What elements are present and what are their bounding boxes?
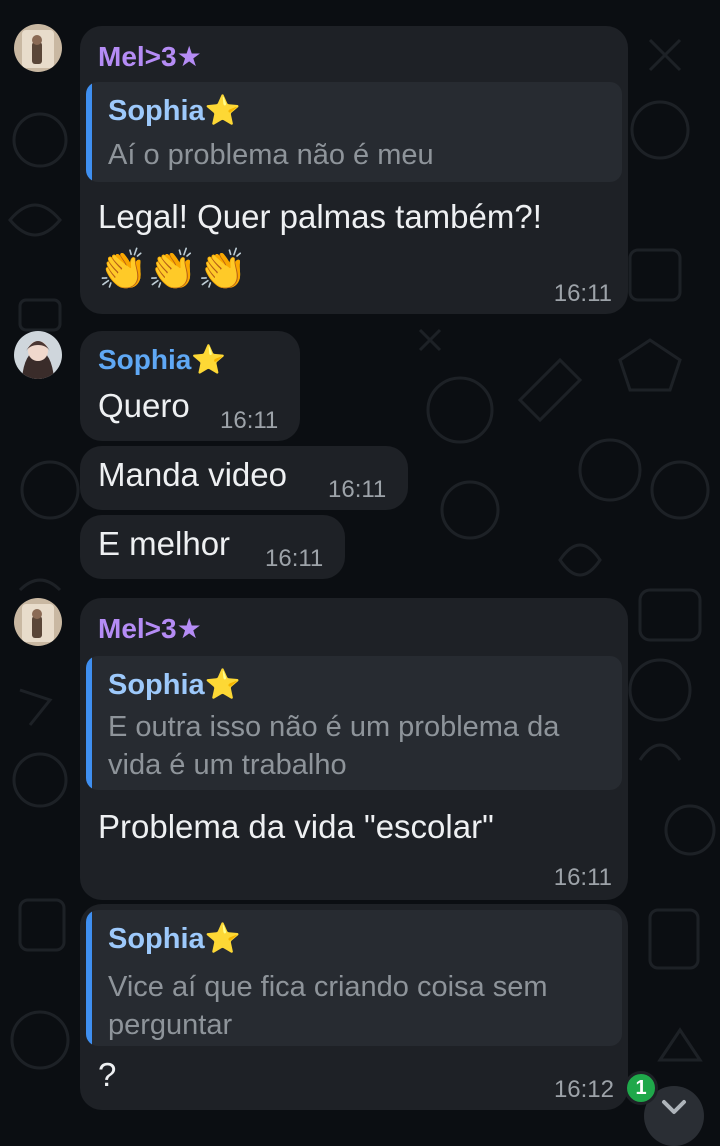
avatar-sophia[interactable] <box>14 331 62 379</box>
message-time: 16:11 <box>220 407 279 434</box>
message-bubble[interactable]: Mel>3★ Sophia⭐ E outra isso não é um pro… <box>80 598 628 900</box>
message-bubble[interactable]: Sophia⭐ Vice aí que fica criando coisa s… <box>80 904 628 1110</box>
message-text: Problema da vida "escolar" <box>98 808 494 845</box>
message-time: 16:11 <box>553 864 612 891</box>
quote-sender: Sophia⭐ <box>108 669 241 701</box>
quote-text-line2: perguntar <box>108 1009 233 1041</box>
reply-quote[interactable]: Sophia⭐ E outra isso não é um problema d… <box>86 656 622 790</box>
avatar-mel[interactable] <box>14 598 62 646</box>
sender-name[interactable]: Mel>3★ <box>98 40 202 73</box>
quote-bar <box>86 82 92 182</box>
reply-quote[interactable]: Sophia⭐ Aí o problema não é meu <box>86 82 622 182</box>
quote-text-line1: E outra isso não é um problema da <box>108 711 560 743</box>
message-bubble[interactable]: Mel>3★ Sophia⭐ Aí o problema não é meu L… <box>80 26 628 314</box>
quote-text-line1: Vice aí que fica criando coisa sem <box>108 971 548 1003</box>
unread-badge[interactable]: 1 <box>624 1071 658 1105</box>
message-time: 16:11 <box>553 280 612 307</box>
quote-text-line2: vida é um trabalho <box>108 749 347 781</box>
message-time: 16:12 <box>553 1076 614 1103</box>
message-bubble[interactable]: Manda video 16:11 <box>80 446 408 510</box>
avatar-mel[interactable] <box>14 24 62 72</box>
reply-quote[interactable]: Sophia⭐ Vice aí que fica criando coisa s… <box>86 910 622 1046</box>
message-time: 16:11 <box>328 476 387 503</box>
quote-bar <box>86 910 92 1046</box>
message-text: ? <box>98 1056 117 1093</box>
message-time: 16:11 <box>265 545 324 572</box>
sender-name[interactable]: Sophia⭐ <box>98 343 226 376</box>
quote-text: Aí o problema não é meu <box>108 139 434 171</box>
message-text: Legal! Quer palmas também?! <box>98 198 542 235</box>
message-text: Manda video <box>98 456 287 493</box>
message-text: E melhor <box>98 525 231 562</box>
quote-sender: Sophia⭐ <box>108 95 241 127</box>
sender-name[interactable]: Mel>3★ <box>98 612 202 645</box>
quote-sender: Sophia⭐ <box>108 923 241 955</box>
clap-emoji: 👏👏👏 <box>98 248 248 292</box>
message-bubble[interactable]: Sophia⭐ Quero 16:11 <box>80 331 300 441</box>
message-bubble[interactable]: E melhor 16:11 <box>80 515 345 579</box>
message-text: Quero <box>98 387 190 424</box>
quote-bar <box>86 656 92 790</box>
